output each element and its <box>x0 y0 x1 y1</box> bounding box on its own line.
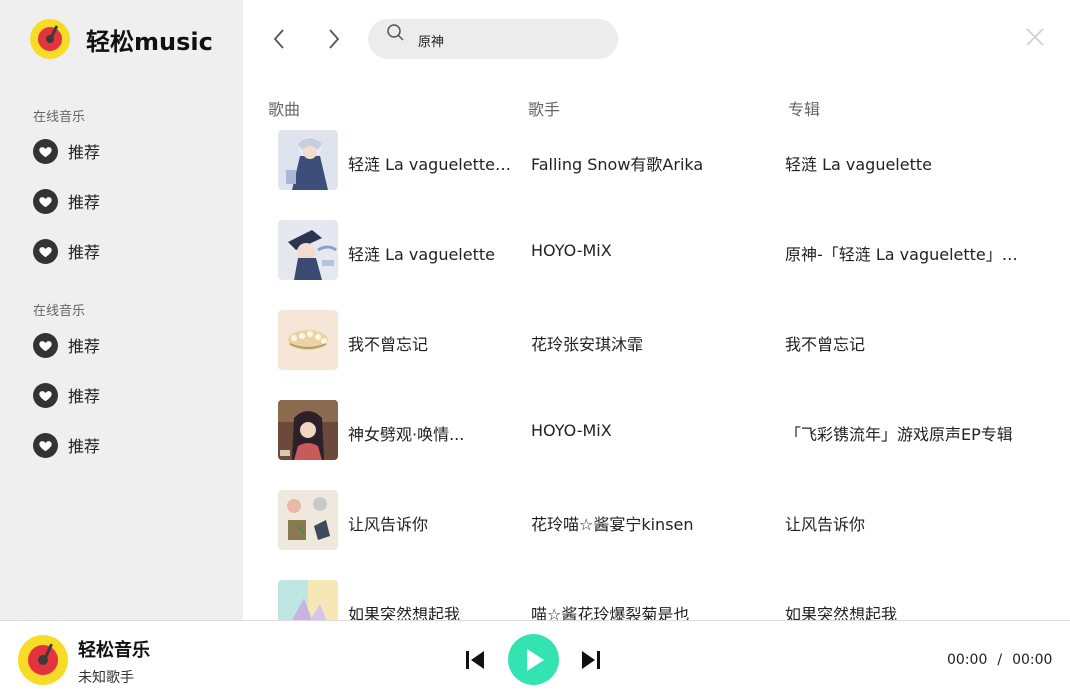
now-playing-artist: 未知歌手 <box>78 670 134 686</box>
song-artist: 花玲喵☆酱宴宁kinsen <box>531 515 694 534</box>
song-album: 让风告诉你 <box>785 515 866 534</box>
vinyl-logo-icon <box>30 19 70 59</box>
now-playing-title: 轻松音乐 <box>78 640 150 661</box>
song-title: 轻涟 La vaguelette法... <box>348 155 518 174</box>
heart-icon <box>33 238 58 264</box>
song-album: 如果突然想起我 <box>785 605 898 620</box>
sidebar-item-recommend[interactable]: 推荐 <box>33 332 100 358</box>
song-row[interactable]: 轻涟 La vaguelette法... Falling Snow有歌Arika… <box>268 130 1058 190</box>
song-title: 轻涟 La vaguelette <box>348 245 495 264</box>
song-album: 轻涟 La vaguelette <box>785 155 932 174</box>
heart-icon <box>33 382 58 408</box>
search-input[interactable] <box>418 31 598 49</box>
sidebar-item-recommend[interactable]: 推荐 <box>33 188 100 214</box>
total-time: 00:00 <box>1012 652 1053 668</box>
album-cover-image <box>278 220 338 280</box>
song-row[interactable]: 我不曾忘记 花玲张安琪沐霏 我不曾忘记 <box>268 310 1058 370</box>
sidebar-item-label: 推荐 <box>68 193 101 212</box>
sidebar-item-recommend[interactable]: 推荐 <box>33 238 100 264</box>
heart-icon <box>33 332 58 358</box>
play-button[interactable] <box>508 634 559 685</box>
column-header-song[interactable]: 歌曲 <box>268 96 300 120</box>
song-artist: Falling Snow有歌Arika <box>531 155 704 174</box>
heart-icon <box>33 432 58 458</box>
song-artist: HOYO-MiX <box>531 421 612 440</box>
column-header-artist[interactable]: 歌手 <box>528 96 560 120</box>
sidebar-item-label: 推荐 <box>68 143 101 162</box>
sidebar-item-label: 推荐 <box>68 387 101 406</box>
album-cover-image <box>278 580 338 620</box>
heart-icon <box>33 188 58 214</box>
song-title: 如果突然想起我 <box>348 605 461 620</box>
song-row[interactable]: 轻涟 La vaguelette HOYO-MiX 原神-「轻涟 La vagu… <box>268 220 1058 280</box>
sidebar-item-label: 推荐 <box>68 243 101 262</box>
time-display: 00:00 / 00:00 <box>947 652 1052 668</box>
song-album: 原神-「轻涟 La vaguelette」游... <box>785 245 1030 264</box>
song-album: 我不曾忘记 <box>785 335 866 354</box>
previous-track-icon[interactable] <box>464 648 486 672</box>
chevron-right-icon <box>329 29 340 49</box>
next-track-icon[interactable] <box>580 648 602 672</box>
back-button[interactable] <box>267 26 291 52</box>
album-cover-image <box>278 400 338 460</box>
search-icon <box>387 24 404 41</box>
sidebar-section-title: 在线音乐 <box>33 110 86 125</box>
song-row[interactable]: 让风告诉你 花玲喵☆酱宴宁kinsen 让风告诉你 <box>268 490 1058 550</box>
app-name: 轻松music <box>86 27 213 56</box>
album-cover-image <box>278 490 338 550</box>
sidebar-item-label: 推荐 <box>68 437 101 456</box>
sidebar: 轻松music 在线音乐 推荐 推荐 推荐 在线音乐 推荐 推荐 推荐 <box>0 0 243 620</box>
brand: 轻松music <box>30 19 213 59</box>
music-app: 轻松music 在线音乐 推荐 推荐 推荐 在线音乐 推荐 推荐 推荐 原神 歌… <box>0 0 1070 695</box>
close-icon[interactable] <box>1024 26 1046 48</box>
forward-button[interactable] <box>322 26 346 52</box>
sidebar-item-label: 推荐 <box>68 337 101 356</box>
search-bar[interactable] <box>368 19 618 59</box>
play-icon <box>526 648 544 671</box>
player-bar: 轻松音乐 未知歌手 00:00 / 00:00 <box>0 620 1070 695</box>
sidebar-item-recommend[interactable]: 推荐 <box>33 432 100 458</box>
song-title: 让风告诉你 <box>348 515 429 534</box>
song-artist: 喵☆酱花玲爆裂菊是也 <box>531 605 690 620</box>
time-separator: / <box>997 652 1003 668</box>
sidebar-section-title: 在线音乐 <box>33 304 86 319</box>
album-cover-image <box>278 310 338 370</box>
heart-icon <box>33 138 58 164</box>
current-time: 00:00 <box>947 652 988 668</box>
sidebar-item-recommend[interactable]: 推荐 <box>33 382 100 408</box>
song-row[interactable]: 神女劈观·唤情... HOYO-MiX 「飞彩镌流年」游戏原声EP专辑 <box>268 400 1058 460</box>
song-album: 「飞彩镌流年」游戏原声EP专辑 <box>785 425 1013 444</box>
sidebar-item-recommend[interactable]: 推荐 <box>33 138 100 164</box>
album-cover-image <box>278 130 338 190</box>
column-header-album[interactable]: 专辑 <box>788 96 820 120</box>
song-artist: 花玲张安琪沐霏 <box>531 335 644 354</box>
song-title: 我不曾忘记 <box>348 335 429 354</box>
chevron-left-icon <box>273 29 284 49</box>
now-playing-cover-icon <box>18 635 68 685</box>
song-title: 神女劈观·唤情... <box>348 425 465 444</box>
song-row[interactable]: 如果突然想起我 喵☆酱花玲爆裂菊是也 如果突然想起我 <box>268 580 1058 620</box>
song-artist: HOYO-MiX <box>531 241 612 260</box>
